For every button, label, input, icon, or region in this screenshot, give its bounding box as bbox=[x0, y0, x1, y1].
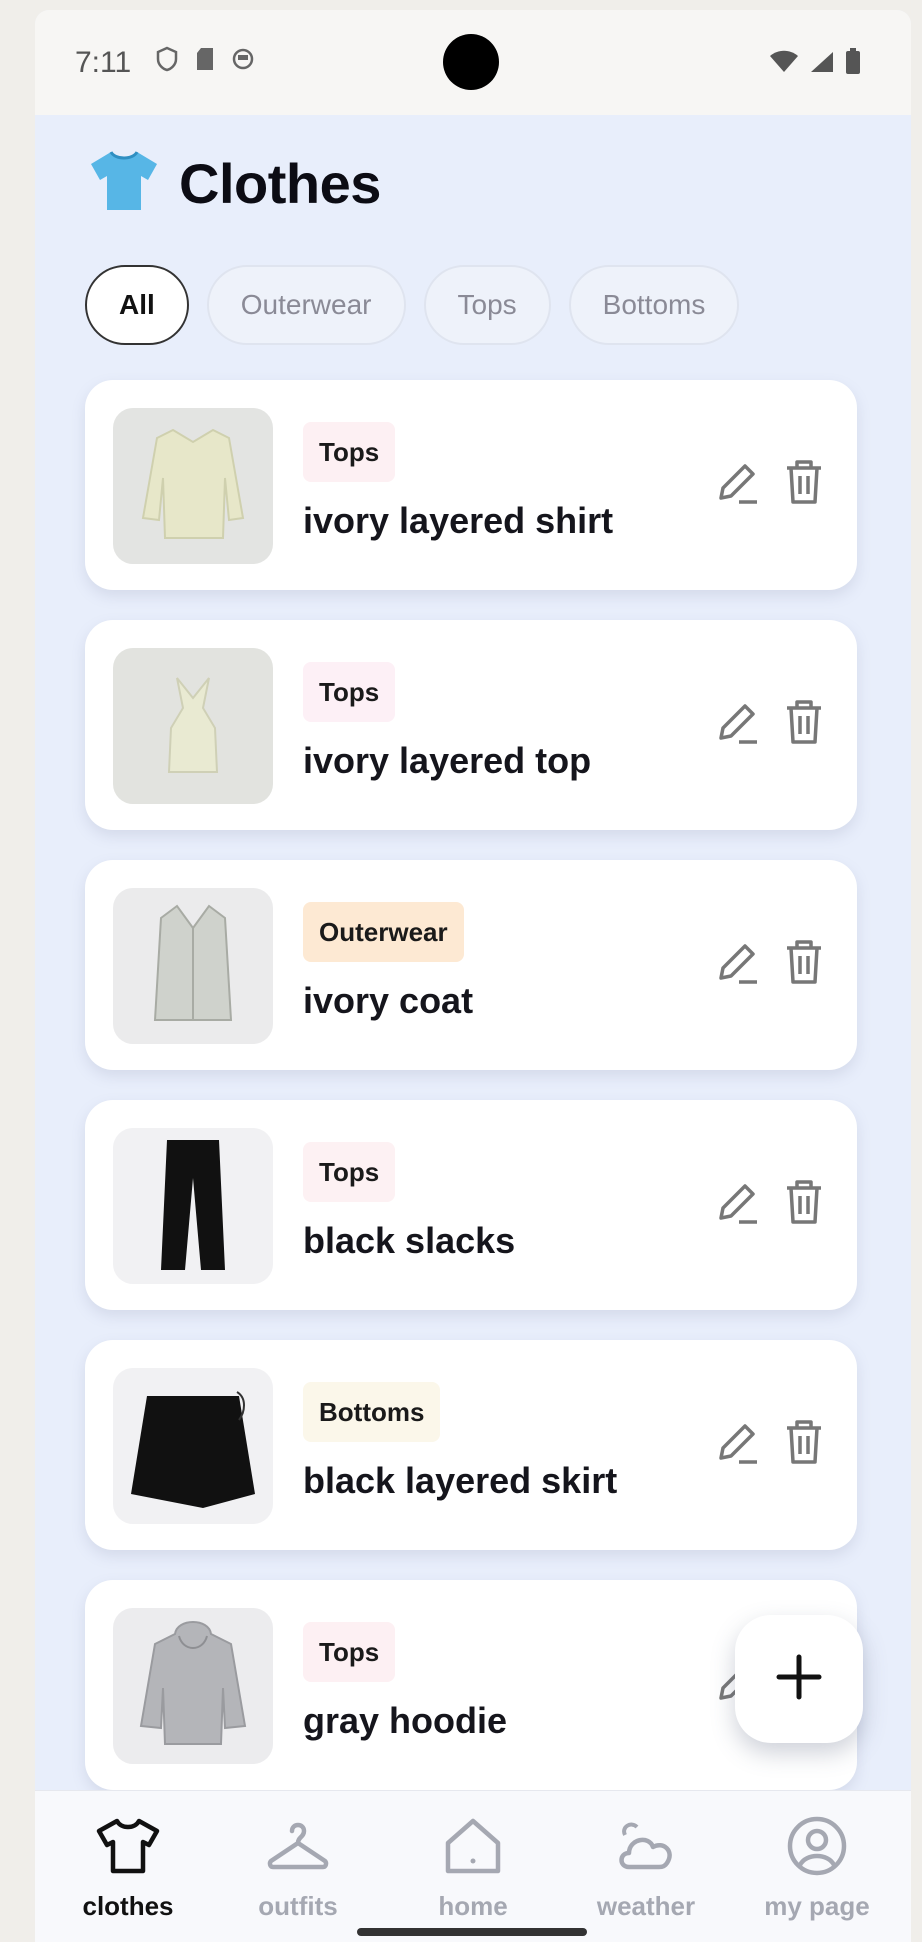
clothes-thumbnail bbox=[113, 888, 273, 1044]
home-icon bbox=[440, 1813, 506, 1879]
category-filter-bar: All Outerwear Tops Bottoms bbox=[85, 265, 740, 345]
delete-icon[interactable] bbox=[781, 458, 827, 506]
nav-item-home[interactable]: home bbox=[388, 1813, 558, 1922]
wifi-icon bbox=[769, 50, 799, 79]
page-header: Clothes bbox=[87, 148, 381, 219]
nav-label: my page bbox=[764, 1891, 870, 1921]
category-tag: Outerwear bbox=[303, 902, 464, 962]
home-indicator bbox=[357, 1928, 587, 1936]
clothes-card[interactable]: Outerwear ivory coat bbox=[85, 860, 857, 1070]
category-tag: Tops bbox=[303, 422, 396, 482]
card-actions bbox=[713, 458, 827, 506]
sd-card-icon bbox=[193, 46, 217, 72]
battery-icon bbox=[845, 48, 861, 79]
status-time: 7:11 bbox=[75, 46, 132, 79]
plus-icon bbox=[775, 1653, 823, 1706]
status-icons-right bbox=[769, 48, 861, 79]
edit-icon[interactable] bbox=[713, 938, 759, 986]
edit-icon[interactable] bbox=[713, 1178, 759, 1226]
filter-chip-bottoms[interactable]: Bottoms bbox=[568, 265, 740, 345]
status-icons-left bbox=[155, 46, 255, 72]
bottom-navigation: clothes outfits home weather my page bbox=[35, 1790, 911, 1942]
clothes-name: black slacks bbox=[303, 1220, 516, 1261]
card-actions bbox=[713, 1178, 827, 1226]
add-clothes-button[interactable] bbox=[735, 1615, 863, 1743]
clothes-thumbnail bbox=[113, 408, 273, 564]
app-screen: 7:11 Clothes All Outerwear Tops Bottoms … bbox=[35, 10, 911, 1942]
category-tag: Tops bbox=[303, 662, 396, 722]
cloud-sun-icon bbox=[613, 1813, 679, 1879]
delete-icon[interactable] bbox=[781, 1178, 827, 1226]
clothes-name: ivory layered top bbox=[303, 740, 592, 781]
category-tag: Tops bbox=[303, 1622, 396, 1682]
nav-item-outfits[interactable]: outfits bbox=[213, 1813, 383, 1922]
nav-label: clothes bbox=[82, 1891, 174, 1921]
clothes-thumbnail bbox=[113, 648, 273, 804]
category-tag: Bottoms bbox=[303, 1382, 441, 1442]
clothes-card[interactable]: Tops black slacks bbox=[85, 1100, 857, 1310]
clothes-card[interactable]: Bottoms black layered skirt bbox=[85, 1340, 857, 1550]
tshirt-icon bbox=[95, 1813, 161, 1879]
nav-item-clothes[interactable]: clothes bbox=[43, 1813, 213, 1922]
delete-icon[interactable] bbox=[781, 698, 827, 746]
nav-item-my-page[interactable]: my page bbox=[732, 1813, 902, 1922]
nav-item-weather[interactable]: weather bbox=[561, 1813, 731, 1922]
user-circle-icon bbox=[784, 1813, 850, 1879]
signal-icon bbox=[809, 50, 835, 79]
shield-icon bbox=[155, 46, 179, 72]
page-title: Clothes bbox=[179, 152, 381, 215]
camera-cutout bbox=[443, 34, 499, 90]
edit-icon[interactable] bbox=[713, 458, 759, 506]
filter-chip-outerwear[interactable]: Outerwear bbox=[206, 265, 406, 345]
clothes-thumbnail bbox=[113, 1128, 273, 1284]
hanger-icon bbox=[265, 1813, 331, 1879]
nav-label: home bbox=[438, 1891, 508, 1921]
clothes-name: ivory layered shirt bbox=[303, 500, 614, 541]
delete-icon[interactable] bbox=[781, 1418, 827, 1466]
nav-label: weather bbox=[596, 1891, 696, 1921]
category-tag: Tops bbox=[303, 1142, 396, 1202]
edit-icon[interactable] bbox=[713, 1418, 759, 1466]
delete-icon[interactable] bbox=[781, 938, 827, 986]
status-bar: 7:11 bbox=[35, 10, 911, 115]
edit-icon[interactable] bbox=[713, 698, 759, 746]
clothes-name: ivory coat bbox=[303, 980, 474, 1021]
clothes-thumbnail bbox=[113, 1368, 273, 1524]
clothes-list: Tops ivory layered shirt Tops ivory laye… bbox=[85, 380, 857, 1820]
clothes-name: gray hoodie bbox=[303, 1700, 508, 1741]
clothes-card[interactable]: Tops ivory layered shirt bbox=[85, 380, 857, 590]
nav-label: outfits bbox=[258, 1891, 338, 1921]
clothes-name: black layered skirt bbox=[303, 1460, 618, 1501]
card-actions bbox=[713, 698, 827, 746]
card-actions bbox=[713, 1418, 827, 1466]
card-actions bbox=[713, 938, 827, 986]
clothes-card[interactable]: Tops ivory layered top bbox=[85, 620, 857, 830]
filter-chip-all[interactable]: All bbox=[85, 265, 189, 345]
clothes-thumbnail bbox=[113, 1608, 273, 1764]
tshirt-emoji-icon bbox=[87, 148, 161, 219]
filter-chip-tops[interactable]: Tops bbox=[423, 265, 551, 345]
notification-icon bbox=[231, 46, 255, 72]
